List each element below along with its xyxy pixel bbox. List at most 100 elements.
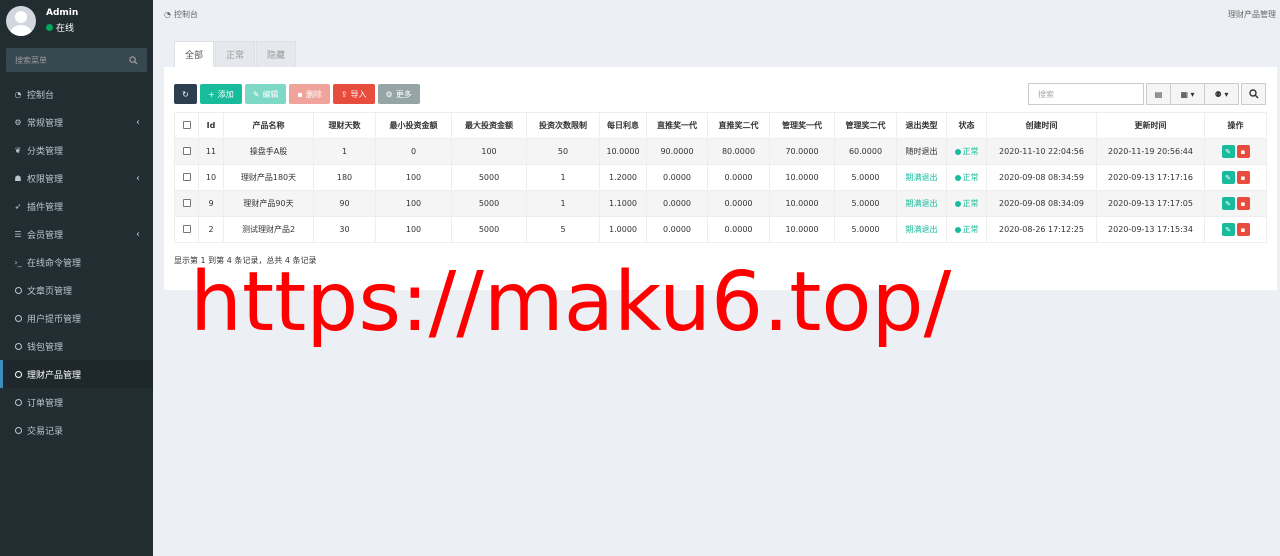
edit-row-button[interactable]: ✎ (1221, 171, 1235, 184)
table-row[interactable]: 11 操盘手A股 1 0 100 50 10.0000 90.0000 80.0000 70.00… (174, 138, 1267, 165)
circle-icon (13, 342, 23, 350)
table-cell: 理财产品180天 (223, 164, 314, 191)
row-actions: ✎ ▪ (1204, 164, 1267, 191)
table-cell: 70.0000 (769, 138, 835, 165)
table-cell: 1 (313, 138, 376, 165)
table-cell: 90.0000 (646, 138, 708, 165)
chevron-left-icon: ‹ (136, 228, 140, 240)
table-cell: 2020-08-26 17:12:25 (986, 216, 1097, 243)
column-header[interactable]: 最小投资金额 (375, 112, 452, 139)
table-search-input[interactable]: 搜索 (1028, 83, 1144, 105)
refresh-button[interactable]: ↻ (174, 84, 197, 104)
delete-row-button[interactable]: ▪ (1236, 145, 1250, 158)
column-header[interactable]: 退出类型 (896, 112, 947, 139)
column-header[interactable]: 操作 (1204, 112, 1267, 139)
table-cell: 操盘手A股 (223, 138, 314, 165)
sidebar-item-11[interactable]: 订单管理 (0, 388, 153, 416)
tab-hidden[interactable]: 隐藏 (256, 41, 297, 67)
sidebar-item-label: 会员管理 (27, 230, 64, 241)
sidebar-item-5[interactable]: ☰ 会员管理 ‹ (0, 220, 153, 248)
sidebar-item-8[interactable]: 用户提币管理 (0, 304, 153, 332)
advanced-search-button[interactable] (1241, 83, 1266, 105)
table-cell: 1.2000 (599, 164, 647, 191)
delete-row-button[interactable]: ▪ (1236, 197, 1250, 210)
add-button[interactable]: + 添加 (200, 84, 242, 104)
edit-row-button[interactable]: ✎ (1221, 145, 1235, 158)
column-header[interactable]: 直推奖二代 (707, 112, 770, 139)
menu-search-input[interactable]: 搜索菜单 (6, 48, 147, 72)
sidebar-item-7[interactable]: 文章页管理 (0, 276, 153, 304)
table-row[interactable]: 9 理财产品90天 90 100 5000 1 1.1000 0.0000 0.0000 10.0… (174, 190, 1267, 217)
exit-type-cell: 期满退出 (896, 164, 947, 191)
export-button[interactable]: ⚉ ▾ (1204, 83, 1239, 105)
terminal-icon: ›_ (14, 257, 22, 267)
sidebar-item-9[interactable]: 钱包管理 (0, 332, 153, 360)
table-cell: 1.0000 (599, 216, 647, 243)
table-cell: 5000 (451, 216, 527, 243)
sidebar-item-0[interactable]: ◔ 控制台 (0, 80, 153, 108)
sidebar-item-4[interactable]: ➶ 插件管理 (0, 192, 153, 220)
user-name: Admin (46, 8, 79, 18)
breadcrumb-current: 理财产品管理 (1228, 10, 1276, 19)
row-checkbox[interactable] (174, 164, 199, 191)
table-cell: 2020-09-13 17:17:16 (1096, 164, 1205, 191)
breadcrumb: ◔ 控制台 理财产品管理 (153, 0, 1280, 28)
table-cell: 100 (375, 164, 452, 191)
grid-icon: ▦ ▾ (1180, 89, 1195, 99)
table-cell: 10.0000 (599, 138, 647, 165)
sidebar-item-label: 在线命令管理 (27, 258, 82, 269)
column-header[interactable]: 管理奖二代 (834, 112, 897, 139)
sidebar-menu: ◔ 控制台 ⚙ 常规管理 ‹ ❦ 分类管理 ☗ 权限管理 ‹ ➶ 插件管理 ☰ 会员管理 ‹ ›_ 在线命令管理… (0, 80, 153, 444)
row-checkbox[interactable] (174, 138, 199, 165)
tab-all[interactable]: 全部 (174, 41, 215, 67)
sidebar-item-6[interactable]: ›_ 在线命令管理 (0, 248, 153, 276)
toggle-view-button[interactable]: ▤ (1146, 83, 1171, 105)
checkbox-icon (182, 172, 191, 181)
select-all-checkbox[interactable] (174, 112, 199, 139)
sidebar-item-12[interactable]: 交易记录 (0, 416, 153, 444)
column-header[interactable]: 投资次数限制 (526, 112, 600, 139)
column-header[interactable]: 直推奖一代 (646, 112, 708, 139)
table-cell: 100 (375, 216, 452, 243)
column-header[interactable]: Id (198, 112, 224, 139)
column-header[interactable]: 管理奖一代 (769, 112, 835, 139)
import-button[interactable]: ⇪ 导入 (332, 84, 375, 104)
column-header[interactable]: 每日利息 (599, 112, 647, 139)
table-cell: 10.0000 (769, 190, 835, 217)
sidebar-item-10[interactable]: 理财产品管理 (0, 360, 153, 388)
column-header[interactable]: 产品名称 (223, 112, 314, 139)
table-cell: 0.0000 (707, 216, 770, 243)
row-checkbox[interactable] (174, 216, 199, 243)
checkbox-icon (182, 120, 191, 129)
sidebar-item-3[interactable]: ☗ 权限管理 ‹ (0, 164, 153, 192)
sidebar-item-2[interactable]: ❦ 分类管理 (0, 136, 153, 164)
row-checkbox[interactable] (174, 190, 199, 217)
table-cell: 2020-09-08 08:34:09 (986, 190, 1097, 217)
column-header[interactable]: 状态 (946, 112, 987, 139)
delete-row-button[interactable]: ▪ (1236, 223, 1250, 236)
table-cell: 1 (526, 190, 600, 217)
watermark-url: https://maku6.top/ (190, 255, 952, 350)
circle-icon (13, 314, 23, 322)
column-header[interactable]: 理财天数 (313, 112, 376, 139)
column-header[interactable]: 创建时间 (986, 112, 1097, 139)
more-button[interactable]: ⚙ 更多 (377, 84, 420, 104)
columns-button[interactable]: ▦ ▾ (1170, 83, 1205, 105)
table-icon: ▤ (1154, 89, 1163, 99)
breadcrumb-home[interactable]: 控制台 (174, 9, 198, 20)
column-header[interactable]: 最大投资金额 (451, 112, 527, 139)
edit-row-button[interactable]: ✎ (1221, 197, 1235, 210)
delete-button[interactable]: ▪ 删除 (289, 84, 330, 104)
sidebar-item-label: 文章页管理 (27, 286, 73, 297)
table-cell: 10.0000 (769, 216, 835, 243)
edit-row-button[interactable]: ✎ (1221, 223, 1235, 236)
table-row[interactable]: 10 理财产品180天 180 100 5000 1 1.2000 0.0000 0.0000 1… (174, 164, 1267, 191)
edit-button[interactable]: ✎ 编辑 (244, 84, 287, 104)
table-row[interactable]: 2 测试理财产品2 30 100 5000 5 1.0000 0.0000 0.0000 10.0… (174, 216, 1267, 243)
delete-row-button[interactable]: ▪ (1236, 171, 1250, 184)
sidebar-item-1[interactable]: ⚙ 常规管理 ‹ (0, 108, 153, 136)
exit-type-cell: 随时退出 (896, 138, 947, 165)
table-cell: 100 (375, 190, 452, 217)
tab-normal[interactable]: 正常 (215, 41, 256, 67)
column-header[interactable]: 更新时间 (1096, 112, 1205, 139)
